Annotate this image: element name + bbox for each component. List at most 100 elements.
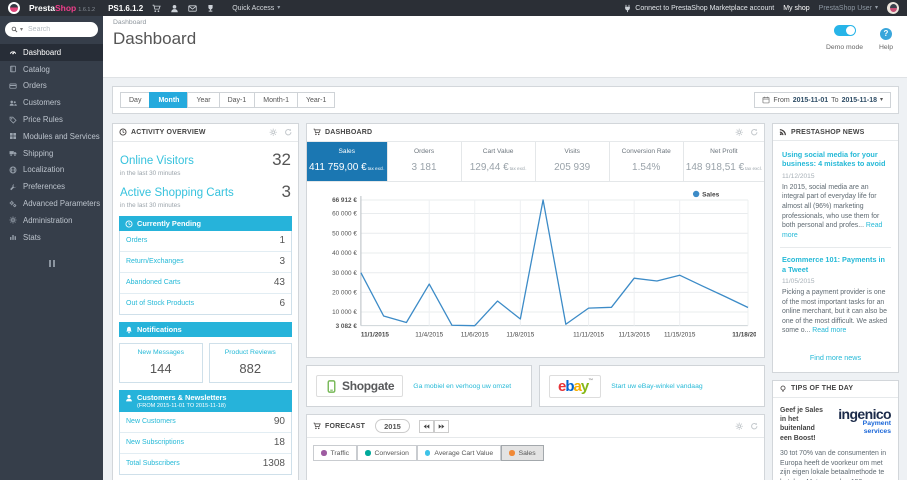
prestashop-logo[interactable]: [8, 2, 20, 14]
section-title: Customers & Newsletters: [137, 392, 227, 402]
date-range-picker[interactable]: From 2015-11-01 To 2015-11-18 ▾: [754, 92, 891, 108]
lightbulb-icon: [779, 385, 787, 393]
forecast-year-selector[interactable]: 2015: [375, 419, 410, 434]
sidebar-item-shipping[interactable]: Shipping: [0, 145, 103, 162]
ebay-link[interactable]: Start uw eBay-winkel vandaag: [611, 383, 702, 390]
panel-settings-icon[interactable]: [735, 422, 744, 431]
customer-icon[interactable]: [170, 4, 179, 13]
forecast-toggle-average-cart-value[interactable]: Average Cart Value: [416, 445, 502, 462]
panel-settings-icon[interactable]: [735, 128, 744, 137]
kpi-tab-orders[interactable]: Orders 3 181: [388, 141, 462, 181]
my-shop-link[interactable]: My shop: [783, 5, 809, 12]
shopgate-logo[interactable]: Shopgate: [316, 375, 404, 398]
chart-legend[interactable]: Sales: [692, 190, 720, 198]
svg-text:40 000 €: 40 000 €: [332, 250, 357, 257]
cart-icon: [313, 422, 321, 430]
panel-refresh-icon[interactable]: [750, 422, 759, 431]
kpi-tab-net-profit[interactable]: Net Profit 148 918,51 €tax excl.: [684, 142, 764, 181]
notification-cell-product-reviews[interactable]: Product Reviews 882: [208, 342, 292, 383]
wrench-icon: [9, 183, 17, 191]
sidebar-item-stats[interactable]: Stats: [0, 229, 103, 246]
shopgate-link[interactable]: Ga mobiel en verhoog uw omzet: [413, 383, 511, 390]
sidebar-item-orders[interactable]: Orders: [0, 78, 103, 95]
date-preset-year-1[interactable]: Year-1: [296, 92, 336, 108]
kpi-tab-cart-value[interactable]: Cart Value 129,44 €tax excl.: [462, 141, 536, 181]
trophy-icon[interactable]: [206, 4, 215, 13]
stat-link-new-customers[interactable]: New Customers: [126, 418, 176, 425]
user-menu[interactable]: PrestaShop User ▾: [819, 5, 878, 12]
forecast-next-button[interactable]: [433, 419, 449, 433]
notification-cell-new-messages[interactable]: New Messages 144: [119, 342, 203, 383]
sidebar-item-customers[interactable]: Customers: [0, 94, 103, 111]
search-input[interactable]: [28, 26, 92, 33]
brand-second: Shop: [55, 3, 77, 13]
read-more-link[interactable]: Read more: [812, 327, 846, 334]
forecast-toggle-sales[interactable]: Sales: [501, 445, 544, 462]
pending-rows: Orders 1 Return/Exchanges 3 Abandoned Carts 4…: [119, 230, 292, 315]
sidebar-item-label: Modules and Services: [23, 131, 100, 141]
panel-refresh-icon[interactable]: [750, 128, 759, 137]
ebay-ad: ebay™ Start uw eBay-winkel vandaag: [539, 365, 765, 408]
stat-row: Out of Stock Products 6: [120, 294, 291, 314]
panel-settings-icon[interactable]: [269, 128, 278, 137]
topbar: PrestaShop 1.6.1.2 PS1.6.1.2 Quick Access…: [0, 0, 907, 16]
active-carts-link[interactable]: Active Shopping Carts: [120, 187, 234, 199]
news-title-link[interactable]: Ecommerce 101: Payments in a Tweet: [782, 255, 889, 274]
sidebar-item-advanced-parameters[interactable]: Advanced Parameters: [0, 195, 103, 212]
online-visitors-link[interactable]: Online Visitors: [120, 155, 194, 167]
messages-icon[interactable]: [188, 4, 197, 13]
marketplace-link[interactable]: Connect to PrestaShop Marketplace accoun…: [623, 4, 774, 13]
date-preset-month-1[interactable]: Month-1: [254, 92, 298, 108]
active-carts-stat: Active Shopping Carts 3 in the last 30 m…: [120, 182, 291, 209]
sidebar-search[interactable]: ▾: [5, 22, 98, 37]
sidebar-item-preferences[interactable]: Preferences: [0, 178, 103, 195]
help-icon[interactable]: ?: [880, 27, 892, 40]
gauge-icon: [9, 48, 17, 56]
date-preset-day-1[interactable]: Day-1: [218, 92, 256, 108]
forecast-toggle-conversion[interactable]: Conversion: [357, 445, 417, 462]
sidebar-collapse-button[interactable]: [0, 259, 103, 267]
sidebar-item-dashboard[interactable]: Dashboard: [0, 44, 103, 61]
date-to-label: To: [831, 96, 839, 104]
forecast-prev-button[interactable]: [418, 419, 434, 433]
bell-icon: [125, 326, 133, 334]
stat-link-abandoned-carts[interactable]: Abandoned Carts: [126, 279, 180, 286]
news-title-link[interactable]: Using social media for your business: 4 …: [782, 150, 889, 169]
caret-down-icon[interactable]: ▾: [20, 27, 23, 33]
quick-access-menu[interactable]: Quick Access ▾: [232, 5, 280, 12]
svg-text:50 000 €: 50 000 €: [332, 230, 357, 237]
prestashop-back-office: PrestaShop 1.6.1.2 PS1.6.1.2 Quick Access…: [0, 0, 907, 480]
date-preset-day[interactable]: Day: [120, 92, 151, 108]
date-preset-year[interactable]: Year: [187, 92, 220, 108]
read-more-link[interactable]: Read more: [782, 222, 882, 239]
kpi-tab-sales[interactable]: Sales 411 759,00 €tax excl.: [307, 141, 388, 181]
sidebar-item-modules-and-services[interactable]: Modules and Services: [0, 128, 103, 145]
avatar[interactable]: [887, 2, 899, 14]
stat-link-out-of-stock-products[interactable]: Out of Stock Products: [126, 300, 194, 307]
stat-link-total-subscribers[interactable]: Total Subscribers: [126, 460, 180, 467]
sidebar-item-localization[interactable]: Localization: [0, 162, 103, 179]
kpi-tab-visits[interactable]: Visits 205 939: [536, 141, 610, 181]
legend-dot: [321, 450, 327, 456]
ebay-logo[interactable]: ebay™: [549, 374, 602, 398]
demo-mode-toggle[interactable]: [833, 25, 856, 36]
notification-cells: New Messages 144 Product Reviews 882: [119, 342, 292, 383]
panel-refresh-icon[interactable]: [284, 128, 293, 137]
forecast-toggle-traffic[interactable]: Traffic: [313, 445, 358, 462]
stat-value: 18: [273, 437, 285, 448]
sidebar-item-catalog[interactable]: Catalog: [0, 61, 103, 78]
stat-link-new-subscriptions[interactable]: New Subscriptions: [126, 439, 184, 446]
sidebar-item-price-rules[interactable]: Price Rules: [0, 111, 103, 128]
gear-icon: [9, 216, 17, 224]
sidebar-item-administration[interactable]: Administration: [0, 212, 103, 229]
find-more-news-link[interactable]: Find more news: [773, 345, 898, 372]
stat-link-orders[interactable]: Orders: [126, 237, 147, 244]
stat-row: Total Subscribers 1308: [120, 454, 291, 474]
kpi-tab-conversion-rate[interactable]: Conversion Rate 1.54%: [610, 141, 684, 181]
date-preset-month[interactable]: Month: [149, 92, 189, 108]
cart-icon[interactable]: [152, 4, 161, 13]
users-icon: [9, 99, 17, 107]
stat-link-return-exchanges[interactable]: Return/Exchanges: [126, 258, 184, 265]
caret-down-icon: ▾: [277, 5, 281, 11]
card-icon: [9, 82, 17, 90]
